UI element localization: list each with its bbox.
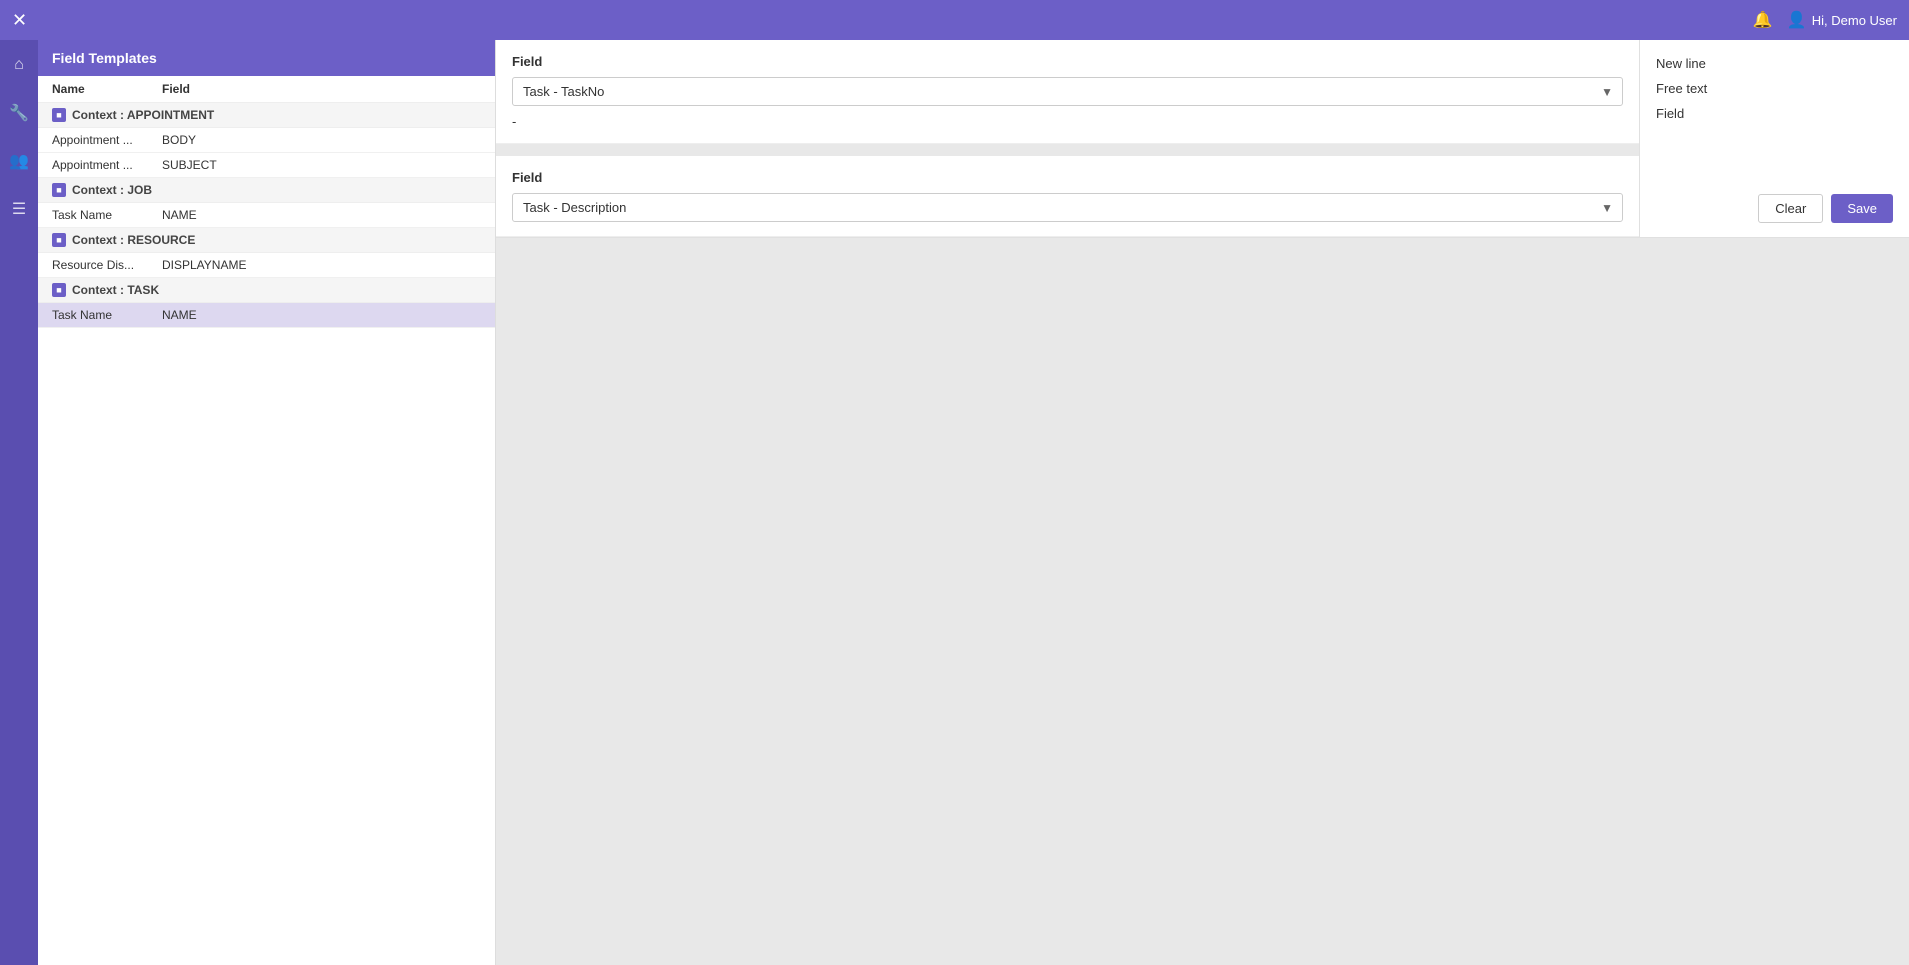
option-field[interactable]: Field	[1656, 104, 1893, 123]
row-name: Task Name	[52, 208, 162, 222]
table-row[interactable]: Appointment ... BODY	[38, 128, 495, 153]
context-appointment-group: ■ Context : APPOINTMENT Appointment ... …	[38, 103, 495, 178]
field-separator	[496, 144, 1639, 156]
save-button[interactable]: Save	[1831, 194, 1893, 223]
fields-column: Field Task - TaskNo Task - Description T…	[496, 40, 1639, 237]
table-row[interactable]: Task Name NAME	[38, 303, 495, 328]
context-task-header[interactable]: ■ Context : TASK	[38, 278, 495, 303]
user-label: Hi, Demo User	[1812, 13, 1897, 28]
row-field: NAME	[162, 308, 481, 322]
field-select-1[interactable]: Task - TaskNo Task - Description Task - …	[512, 77, 1623, 106]
option-new-line[interactable]: New line	[1656, 54, 1893, 73]
field-templates-panel: Field Templates Name Field ■ Context : A…	[38, 40, 496, 965]
field-select-wrapper-2: Task - TaskNo Task - Description Task - …	[512, 193, 1623, 222]
context-icon: ■	[52, 108, 66, 122]
field-label-2: Field	[512, 170, 1623, 185]
table-row[interactable]: Resource Dis... DISPLAYNAME	[38, 253, 495, 278]
main-layout: ⌂ 🔧 👥 ☰ Field Templates Name Field ■ Con…	[0, 40, 1909, 965]
templates-header: Field Templates	[38, 40, 495, 76]
close-icon[interactable]: ✕	[12, 10, 27, 31]
center-right-area: Field Task - TaskNo Task - Description T…	[496, 40, 1909, 965]
context-icon: ■	[52, 283, 66, 297]
table-header: Name Field	[38, 76, 495, 103]
bell-icon[interactable]: 🔔	[1753, 10, 1773, 30]
field-select-2[interactable]: Task - TaskNo Task - Description Task - …	[512, 193, 1623, 222]
remaining-area	[496, 238, 1909, 965]
clear-button[interactable]: Clear	[1758, 194, 1823, 223]
option-free-text[interactable]: Free text	[1656, 79, 1893, 98]
context-resource-label: Context : RESOURCE	[72, 233, 195, 247]
field-block-2: Field Task - TaskNo Task - Description T…	[496, 156, 1639, 237]
context-icon: ■	[52, 183, 66, 197]
table-row[interactable]: Appointment ... SUBJECT	[38, 153, 495, 178]
field-select-wrapper-1: Task - TaskNo Task - Description Task - …	[512, 77, 1623, 106]
right-sidebar: New line Free text Field Clear Save	[1639, 40, 1909, 237]
templates-title: Field Templates	[52, 50, 157, 66]
context-job-header[interactable]: ■ Context : JOB	[38, 178, 495, 203]
row-name: Task Name	[52, 308, 162, 322]
row-name: Appointment ...	[52, 158, 162, 172]
context-appointment-header[interactable]: ■ Context : APPOINTMENT	[38, 103, 495, 128]
context-job-label: Context : JOB	[72, 183, 152, 197]
user-avatar-icon: 👤	[1787, 10, 1807, 30]
context-icon: ■	[52, 233, 66, 247]
menu-icon[interactable]: ☰	[4, 194, 34, 224]
team-icon[interactable]: 👥	[4, 146, 34, 176]
row-name: Appointment ...	[52, 133, 162, 147]
row-field: NAME	[162, 208, 481, 222]
context-task-label: Context : TASK	[72, 283, 159, 297]
home-icon[interactable]: ⌂	[4, 50, 34, 80]
wrench-icon[interactable]: 🔧	[4, 98, 34, 128]
row-name: Resource Dis...	[52, 258, 162, 272]
row-field: DISPLAYNAME	[162, 258, 481, 272]
topbar: ✕ 🔔 👤 Hi, Demo User	[0, 0, 1909, 40]
context-job-group: ■ Context : JOB Task Name NAME	[38, 178, 495, 228]
field-block-1: Field Task - TaskNo Task - Description T…	[496, 40, 1639, 144]
editor-section: Field Task - TaskNo Task - Description T…	[496, 40, 1909, 238]
table-row[interactable]: Task Name NAME	[38, 203, 495, 228]
col-field-header: Field	[162, 82, 481, 96]
right-options: New line Free text Field	[1656, 54, 1893, 186]
col-name-header: Name	[52, 82, 162, 96]
context-appointment-label: Context : APPOINTMENT	[72, 108, 214, 122]
context-task-group: ■ Context : TASK Task Name NAME	[38, 278, 495, 328]
field-dash: -	[512, 114, 1623, 129]
action-buttons: Clear Save	[1656, 186, 1893, 223]
row-field: SUBJECT	[162, 158, 481, 172]
sidebar-icons: ⌂ 🔧 👥 ☰	[0, 40, 38, 965]
context-resource-header[interactable]: ■ Context : RESOURCE	[38, 228, 495, 253]
field-label-1: Field	[512, 54, 1623, 69]
context-resource-group: ■ Context : RESOURCE Resource Dis... DIS…	[38, 228, 495, 278]
row-field: BODY	[162, 133, 481, 147]
user-info: 👤 Hi, Demo User	[1787, 10, 1897, 30]
